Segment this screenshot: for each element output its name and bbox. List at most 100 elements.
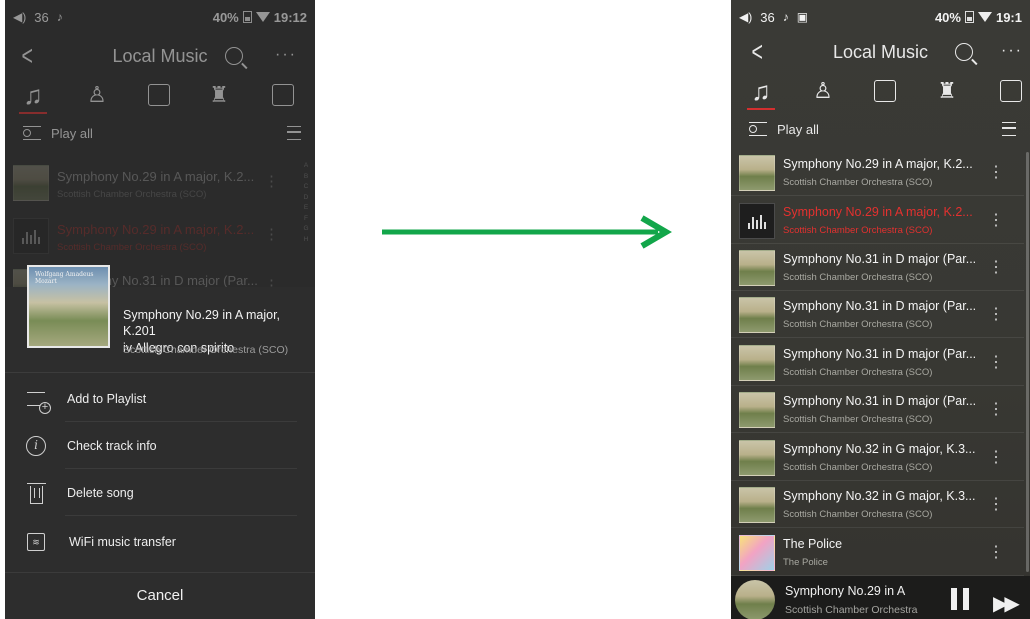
more-vert-icon[interactable]: ⋮ bbox=[988, 257, 1004, 277]
album-art-text: Wolfgang Amadeus Mozart bbox=[35, 271, 94, 286]
now-playing-artist: Scottish Chamber Orchestra bbox=[785, 604, 918, 616]
battery-icon bbox=[964, 11, 974, 23]
info-icon: i bbox=[26, 435, 46, 456]
search-icon[interactable] bbox=[955, 43, 973, 61]
list-item[interactable]: The Police The Police ⋮ bbox=[731, 529, 1024, 576]
index-letter[interactable]: F bbox=[304, 215, 308, 226]
tab-artists[interactable]: ♙ bbox=[807, 76, 839, 106]
artist-icon: ♙ bbox=[87, 82, 107, 107]
track-title: Symphony No.29 in A major, K.2... bbox=[783, 205, 973, 219]
track-title: Symphony No.32 in G major, K.3... bbox=[783, 489, 976, 503]
list-item[interactable]: Symphony No.29 in A major, K.2... Scotti… bbox=[731, 197, 1024, 244]
list-item[interactable]: Symphony No.32 in G major, K.3... Scotti… bbox=[731, 434, 1024, 481]
index-letter[interactable]: C bbox=[304, 183, 309, 194]
more-vert-icon[interactable]: ⋮ bbox=[988, 162, 1004, 182]
battery-percent: 40% bbox=[212, 9, 239, 25]
more-vert-icon[interactable]: ⋮ bbox=[988, 399, 1004, 419]
now-playing-title: Symphony No.29 in A bbox=[785, 584, 906, 598]
divider bbox=[5, 372, 315, 373]
list-item[interactable]: Symphony No.31 in D major (Par... Scotti… bbox=[731, 339, 1024, 386]
index-letter[interactable]: B bbox=[304, 173, 308, 184]
wifi-transfer-icon: ≋ bbox=[27, 532, 45, 551]
status-bar: ◀) 36 ♪ ▣ 40% 19:1 bbox=[731, 0, 1030, 34]
menu-label: Check track info bbox=[67, 438, 157, 453]
more-icon[interactable]: ··· bbox=[1001, 42, 1023, 60]
list-item[interactable]: Symphony No.29 in A major, K.2... Scotti… bbox=[5, 160, 291, 205]
clock: 19:1 bbox=[995, 9, 1022, 25]
album-art bbox=[739, 250, 775, 286]
more-icon[interactable]: ··· bbox=[275, 46, 297, 64]
album-art bbox=[739, 535, 775, 571]
list-item[interactable]: Symphony No.29 in A major, K.2... Scotti… bbox=[731, 149, 1024, 196]
multi-select-icon[interactable] bbox=[1002, 122, 1016, 136]
track-artist: Scottish Chamber Orchestra (SCO) bbox=[783, 509, 933, 520]
track-artist: Scottish Chamber Orchestra (SCO) bbox=[783, 367, 933, 378]
index-letter[interactable]: A bbox=[304, 162, 308, 173]
index-letter[interactable]: H bbox=[304, 236, 309, 247]
multi-select-icon[interactable] bbox=[287, 126, 301, 140]
tab-albums[interactable] bbox=[143, 80, 175, 110]
album-icon bbox=[148, 84, 170, 106]
list-item[interactable]: Symphony No.32 in G major, K.3... Scotti… bbox=[731, 481, 1024, 528]
divider bbox=[65, 515, 297, 516]
music-note-icon: ♫ bbox=[23, 80, 43, 110]
album-art bbox=[739, 155, 775, 191]
tab-songs[interactable]: ♫ bbox=[745, 76, 777, 110]
title-bar: < Local Music ··· bbox=[5, 36, 315, 76]
more-vert-icon[interactable]: ⋮ bbox=[988, 542, 1004, 562]
track-title: Symphony No.32 in G major, K.3... bbox=[783, 442, 976, 456]
next-icon[interactable]: ▶▶ bbox=[993, 591, 1020, 616]
index-letter[interactable]: E bbox=[304, 204, 308, 215]
more-vert-icon[interactable]: ⋮ bbox=[264, 225, 279, 243]
tab-folders[interactable] bbox=[267, 80, 299, 110]
tab-songs[interactable]: ♫ bbox=[17, 80, 49, 114]
tab-artists[interactable]: ♙ bbox=[81, 80, 113, 110]
index-letter[interactable]: D bbox=[304, 194, 309, 205]
more-vert-icon[interactable]: ⋮ bbox=[988, 352, 1004, 372]
track-title: Symphony No.31 in D major (Par... bbox=[783, 299, 977, 313]
more-vert-icon[interactable]: ⋮ bbox=[988, 447, 1004, 467]
more-vert-icon[interactable]: ⋮ bbox=[988, 304, 1004, 324]
scrollbar[interactable] bbox=[1026, 152, 1029, 572]
album-art bbox=[739, 392, 775, 428]
menu-delete-song[interactable]: Delete song bbox=[5, 469, 315, 516]
track-artist: Scottish Chamber Orchestra (SCO) bbox=[783, 414, 933, 425]
wifi-icon bbox=[255, 12, 270, 22]
track-artist: Scottish Chamber Orchestra (SCO) bbox=[783, 177, 933, 188]
play-all-label: Play all bbox=[51, 125, 93, 141]
genre-icon: ♜ bbox=[209, 82, 229, 107]
now-playing-bar[interactable]: Symphony No.29 in A Scottish Chamber Orc… bbox=[731, 576, 1030, 619]
play-all-row[interactable]: Play all bbox=[5, 116, 315, 150]
list-item[interactable]: Symphony No.29 in A major, K.2... Scotti… bbox=[5, 213, 291, 258]
sheet-track-artist: Scottish Chamber Orchestra (SCO) bbox=[123, 344, 289, 356]
play-all-row[interactable]: Play all bbox=[731, 112, 1030, 146]
list-item[interactable]: Symphony No.31 in D major (Par... Scotti… bbox=[731, 291, 1024, 338]
more-vert-icon[interactable]: ⋮ bbox=[988, 210, 1004, 230]
album-art bbox=[739, 297, 775, 333]
menu-add-to-playlist[interactable]: Add to Playlist bbox=[5, 375, 315, 422]
more-vert-icon[interactable]: ⋮ bbox=[264, 172, 279, 190]
list-item[interactable]: Symphony No.31 in D major (Par... Scotti… bbox=[731, 244, 1024, 291]
menu-check-track-info[interactable]: i Check track info bbox=[5, 422, 315, 469]
track-title: Symphony No.29 in A major, K.2... bbox=[57, 169, 255, 184]
more-vert-icon[interactable]: ⋮ bbox=[988, 494, 1004, 514]
menu-wifi-music-transfer[interactable]: ≋ WiFi music transfer bbox=[5, 518, 315, 565]
index-letter[interactable]: G bbox=[303, 225, 308, 236]
track-artist: The Police bbox=[783, 557, 828, 568]
folder-icon bbox=[272, 84, 294, 106]
alphabet-index[interactable]: A B C D E F G H bbox=[299, 162, 313, 246]
album-icon bbox=[874, 80, 896, 102]
sheet-title-line1: Symphony No.29 in A major, K.201 bbox=[123, 308, 281, 339]
tab-albums[interactable] bbox=[869, 76, 901, 106]
search-icon[interactable] bbox=[225, 47, 243, 65]
tab-folders[interactable] bbox=[995, 76, 1027, 106]
list-item[interactable]: Symphony No.31 in D major (Par... Scotti… bbox=[731, 386, 1024, 433]
action-sheet: Wolfgang Amadeus Mozart Symphony No.29 i… bbox=[5, 265, 315, 619]
tab-genres[interactable]: ♜ bbox=[931, 76, 963, 106]
pause-icon[interactable] bbox=[951, 588, 969, 610]
tab-genres[interactable]: ♜ bbox=[203, 80, 235, 110]
cancel-button[interactable]: Cancel bbox=[5, 572, 315, 618]
menu-label: WiFi music transfer bbox=[69, 534, 176, 549]
album-art: Wolfgang Amadeus Mozart bbox=[27, 265, 110, 348]
now-playing-art bbox=[735, 580, 775, 619]
